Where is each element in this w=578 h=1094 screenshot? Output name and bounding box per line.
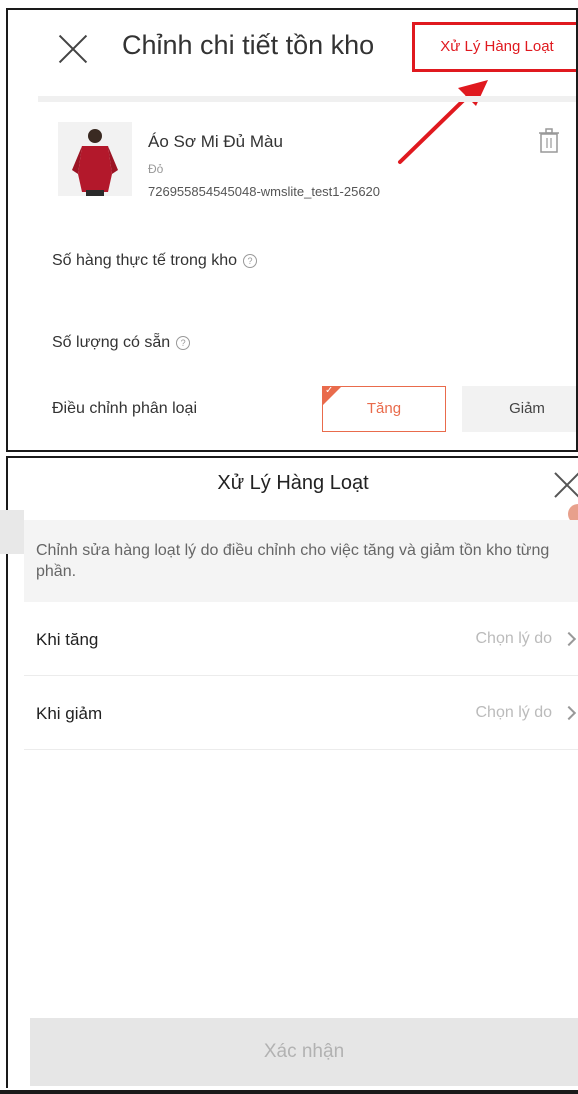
increase-reason-label: Khi tăng: [36, 630, 99, 649]
increase-reason-row[interactable]: Khi tăng Chọn lý do: [24, 604, 578, 676]
product-name: Áo Sơ Mi Đủ Màu: [148, 132, 283, 151]
decrease-option-button[interactable]: Giảm: [462, 386, 576, 432]
description-text: Chỉnh sửa hàng loạt lý do điều chỉnh cho…: [36, 542, 550, 580]
product-image: [58, 122, 132, 196]
header-divider: [38, 96, 576, 102]
product-variant: Đỏ: [148, 162, 164, 176]
decrease-reason-placeholder: Chọn lý do: [475, 704, 553, 721]
decrease-reason-row[interactable]: Khi giảm Chọn lý do: [24, 678, 578, 750]
adjust-type-label: Điều chỉnh phân loại: [52, 400, 197, 417]
batch-process-link[interactable]: Xử Lý Hàng Loạt: [412, 22, 576, 72]
trash-icon[interactable]: [538, 128, 560, 154]
close-icon[interactable]: [56, 32, 90, 66]
product-row: Áo Sơ Mi Đủ Màu Đỏ 726955854545048-wmsli…: [8, 110, 576, 220]
sheet-title: Xử Lý Hàng Loạt: [217, 472, 369, 494]
top-header: Chỉnh chi tiết tồn kho Xử Lý Hàng Loạt: [8, 10, 576, 164]
confirm-button[interactable]: Xác nhận: [30, 1018, 578, 1086]
help-icon[interactable]: ?: [243, 253, 258, 268]
sheet-close-icon[interactable]: [552, 470, 578, 500]
actual-stock-label: Số hàng thực tế trong kho: [52, 252, 238, 269]
chevron-right-icon: [561, 631, 577, 647]
increase-option-button[interactable]: ✓ Tăng: [322, 386, 446, 432]
actual-stock-row: Số hàng thực tế trong kho? 6: [38, 246, 576, 306]
help-icon[interactable]: ?: [176, 335, 191, 350]
chevron-right-icon: [561, 705, 577, 721]
available-stock-row: Số lượng có sẵn? 6: [38, 328, 576, 364]
product-sku: 726955854545048-wmslite_test1-25620: [148, 184, 381, 199]
background-edge: [0, 510, 24, 554]
inventory-detail-panel: Chỉnh chi tiết tồn kho Xử Lý Hàng Loạt Á…: [6, 8, 578, 452]
increase-option-label: Tăng: [366, 400, 402, 417]
check-icon: ✓: [325, 386, 334, 396]
description-block: Chỉnh sửa hàng loạt lý do điều chỉnh cho…: [24, 520, 578, 602]
increase-reason-placeholder: Chọn lý do: [475, 630, 553, 647]
available-stock-label: Số lượng có sẵn: [52, 334, 171, 351]
decrease-reason-label: Khi giảm: [36, 704, 103, 723]
bottom-border: [0, 1090, 578, 1094]
page-title: Chỉnh chi tiết tồn kho: [122, 30, 375, 60]
